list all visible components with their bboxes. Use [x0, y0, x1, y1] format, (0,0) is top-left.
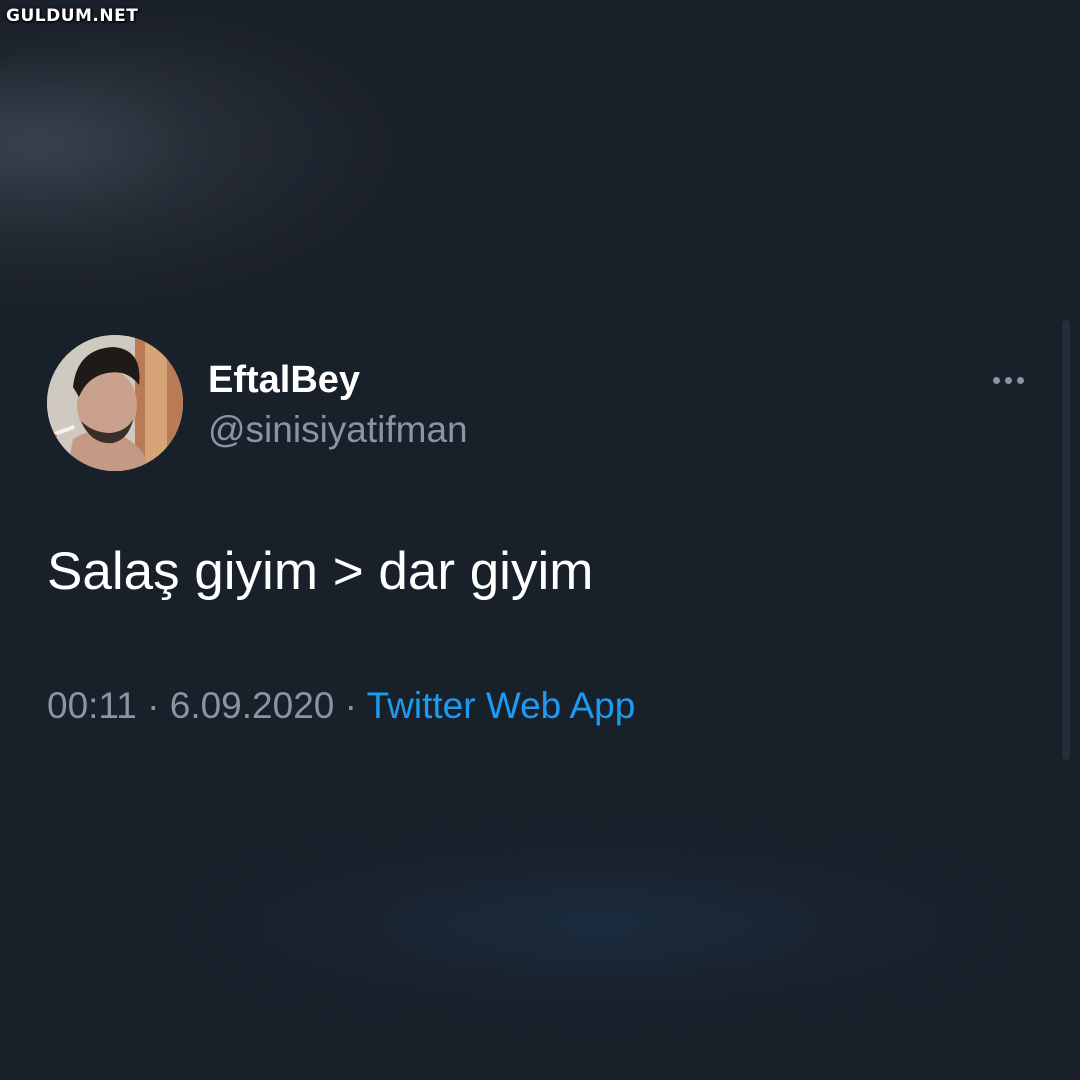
more-dot — [1004, 376, 1012, 384]
blurred-background-top — [0, 0, 1080, 320]
tweet-text: Salaş giyim > dar giyim — [47, 542, 594, 601]
meta-separator: · — [344, 685, 357, 726]
tweet-meta: 00:11 · 6.09.2020 · Twitter Web App — [47, 684, 635, 728]
scrollbar[interactable] — [1062, 320, 1070, 760]
site-watermark: GULDUM.NET — [6, 6, 139, 26]
avatar[interactable] — [47, 335, 183, 471]
tweet-date[interactable]: 6.09.2020 — [170, 685, 335, 726]
more-horizontal-icon[interactable] — [984, 368, 1032, 392]
display-name[interactable]: EftalBey — [208, 360, 360, 400]
screenshot: EftalBey @sinisiyatifman Salaş giyim > d… — [0, 0, 1080, 1080]
more-dot — [992, 376, 1000, 384]
user-handle[interactable]: @sinisiyatifman — [208, 410, 468, 450]
avatar-photo — [47, 335, 183, 471]
more-dot — [1016, 376, 1024, 384]
blurred-background-bottom — [0, 760, 1080, 1080]
tweet-time[interactable]: 00:11 — [47, 685, 137, 726]
tweet-source-link[interactable]: Twitter Web App — [367, 685, 636, 726]
meta-separator: · — [147, 685, 160, 726]
